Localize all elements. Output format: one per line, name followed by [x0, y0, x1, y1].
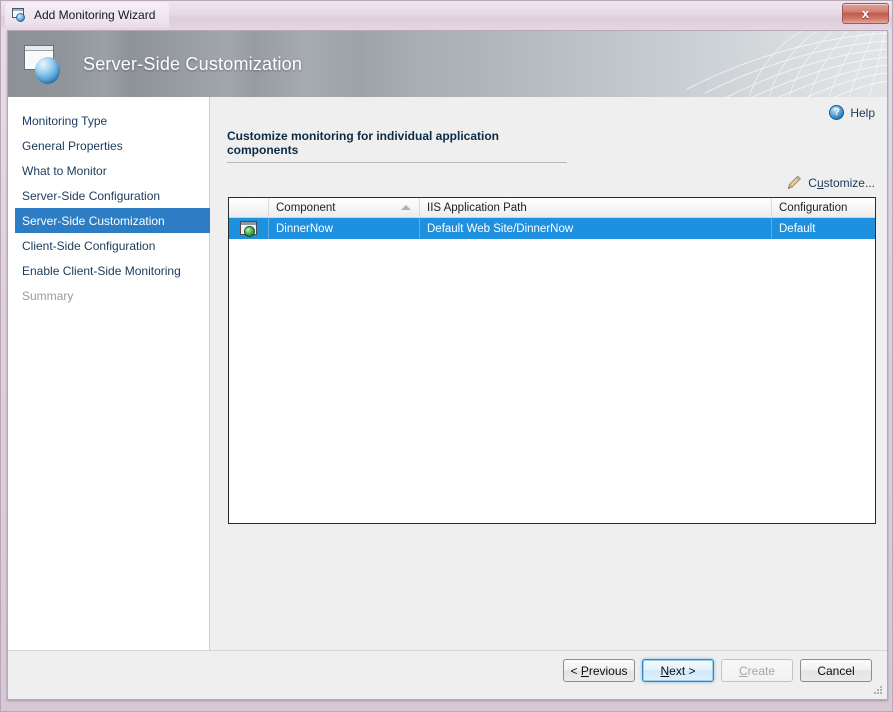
sidebar-item-label: Enable Client-Side Monitoring: [22, 263, 181, 278]
column-header-icon[interactable]: [229, 198, 269, 217]
sidebar-item-client-side-configuration[interactable]: Client-Side Configuration: [8, 233, 209, 258]
wizard-footer: < Previous Next > Create Cancel: [8, 650, 887, 699]
title-bar: Add Monitoring Wizard x: [1, 1, 892, 29]
wizard-banner: Server-Side Customization: [8, 31, 887, 97]
row-icon-cell: [229, 218, 269, 239]
sidebar-item-server-side-customization[interactable]: Server-Side Customization: [15, 208, 210, 233]
components-list-header: Component IIS Application Path Configura…: [229, 198, 875, 218]
resize-grip-icon[interactable]: [871, 684, 883, 696]
wizard-client-area: Server-Side Customization Monitoring Typ…: [7, 30, 888, 700]
column-header-label: Configuration: [779, 201, 848, 214]
cell-component: DinnerNow: [269, 218, 420, 239]
sort-ascending-icon: [401, 205, 411, 210]
sidebar-item-label: General Properties: [22, 138, 123, 153]
column-header-iis-application-path[interactable]: IIS Application Path: [420, 198, 772, 217]
close-icon: x: [861, 6, 870, 21]
create-button: Create: [721, 659, 793, 682]
window-title: Add Monitoring Wizard: [34, 8, 156, 22]
wizard-window: Add Monitoring Wizard x Server-Side Cust…: [0, 0, 893, 712]
sidebar-item-label: Monitoring Type: [22, 113, 108, 128]
page-title: Customize monitoring for individual appl…: [227, 129, 567, 163]
web-application-icon: [240, 220, 257, 237]
components-list[interactable]: Component IIS Application Path Configura…: [228, 197, 876, 524]
previous-button-label: < Previous: [570, 663, 628, 678]
sidebar-item-general-properties[interactable]: General Properties: [8, 133, 209, 158]
sidebar-item-label: What to Monitor: [22, 163, 107, 178]
sidebar-item-monitoring-type[interactable]: Monitoring Type: [8, 108, 209, 133]
sidebar-item-enable-client-side-monitoring[interactable]: Enable Client-Side Monitoring: [8, 258, 209, 283]
column-header-component[interactable]: Component: [269, 198, 420, 217]
close-button[interactable]: x: [842, 3, 889, 24]
sidebar-item-label: Summary: [22, 288, 74, 303]
wizard-window-icon: [11, 7, 27, 23]
column-header-label: IIS Application Path: [427, 201, 527, 214]
cancel-button[interactable]: Cancel: [800, 659, 872, 682]
cell-configuration: Default: [779, 222, 816, 235]
banner-title: Server-Side Customization: [83, 53, 303, 74]
title-bar-tab: Add Monitoring Wizard: [5, 2, 170, 28]
next-button[interactable]: Next >: [642, 659, 714, 682]
help-label: Help: [850, 105, 875, 120]
sidebar-item-server-side-configuration[interactable]: Server-Side Configuration: [8, 183, 209, 208]
create-button-label: Create: [738, 663, 776, 678]
wizard-step-list: Monitoring Type General Properties What …: [8, 97, 210, 650]
pencil-icon: [788, 175, 802, 190]
banner-window-sphere-icon: [22, 43, 68, 87]
help-link[interactable]: ? Help: [829, 105, 875, 120]
sidebar-item-label: Server-Side Configuration: [22, 188, 161, 203]
sidebar-item-summary: Summary: [8, 283, 209, 308]
next-button-label: Next >: [660, 663, 696, 678]
table-row[interactable]: DinnerNow Default Web Site/DinnerNow Def…: [229, 218, 875, 239]
banner-mesh-graphic: [686, 31, 887, 97]
help-circle-icon: ?: [829, 105, 845, 120]
cell-iis-application-path: Default Web Site/DinnerNow: [420, 218, 772, 239]
sidebar-item-label: Server-Side Customization: [22, 213, 165, 228]
column-header-configuration[interactable]: Configuration: [772, 198, 875, 217]
customize-label: Customize...: [808, 175, 875, 190]
previous-button[interactable]: < Previous: [563, 659, 635, 682]
sidebar-item-what-to-monitor[interactable]: What to Monitor: [8, 158, 209, 183]
sidebar-item-label: Client-Side Configuration: [22, 238, 156, 253]
main-pane: ? Help Customize monitoring for individu…: [211, 97, 887, 650]
column-header-label: Component: [276, 201, 336, 214]
customize-button[interactable]: Customize...: [787, 175, 875, 190]
cancel-button-label: Cancel: [817, 663, 855, 678]
